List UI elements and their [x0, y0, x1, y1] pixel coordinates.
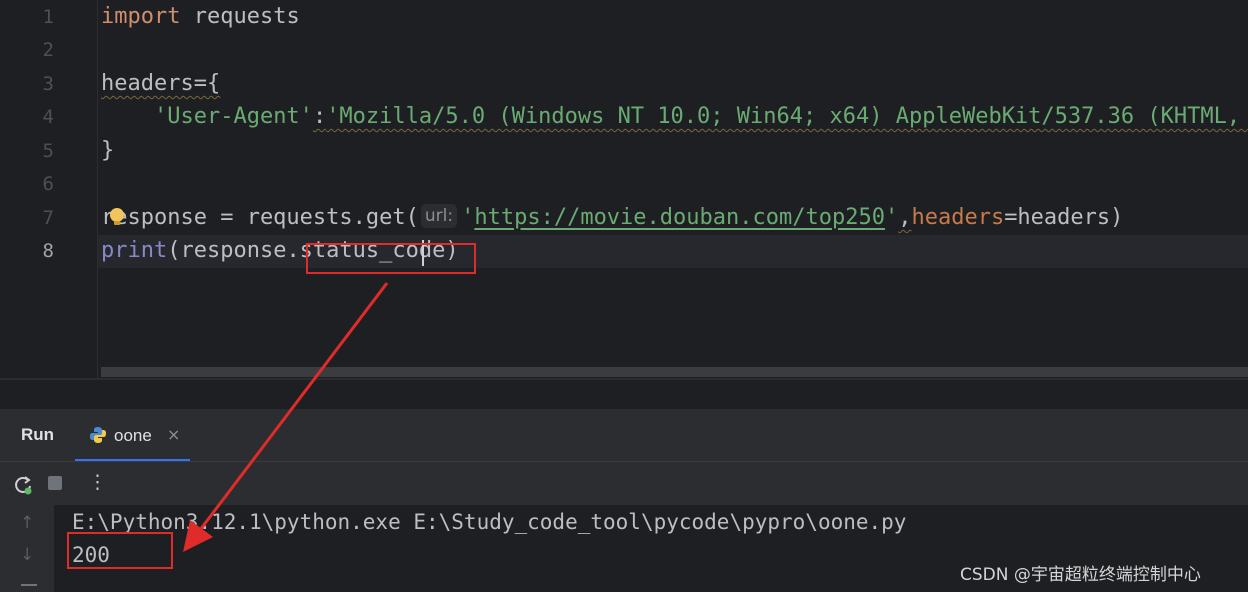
more-options-icon[interactable]: ⋮	[88, 471, 107, 493]
toolbar-divider	[0, 461, 1248, 462]
code-text: response = requests.get(	[101, 205, 419, 230]
stop-icon[interactable]	[48, 476, 62, 490]
url-link[interactable]: https://movie.douban.com/top250	[474, 205, 885, 230]
code-line-1[interactable]: import requests	[101, 0, 300, 34]
code-line-3[interactable]: headers={	[101, 67, 220, 101]
scroll-up-icon[interactable]: ↑	[20, 513, 34, 533]
wrap-icon[interactable]	[21, 584, 37, 586]
run-panel-title: Run	[21, 425, 55, 444]
watermark: CSDN @宇宙超粒终端控制中心	[960, 565, 1201, 585]
code-line-7[interactable]: response = requests.get(url:'https://mov…	[101, 201, 1123, 235]
import-keyword: import	[101, 4, 181, 29]
code-line-5[interactable]: }	[101, 134, 114, 168]
tab-label: oone	[114, 426, 152, 445]
string-quote: '	[461, 205, 475, 230]
tab-oone[interactable]: oone ×	[75, 409, 190, 461]
string-literal: 'User-Agent'	[153, 104, 313, 129]
highlight-status-code	[306, 243, 476, 274]
close-icon[interactable]: ×	[167, 425, 180, 444]
line-number: 3	[42, 73, 54, 95]
code-text: =headers)	[1004, 205, 1124, 230]
keyword-argument: headers	[911, 205, 1005, 230]
string-literal: 'Mozilla/5.0 (Windows NT 10.0; Win64; x6…	[326, 104, 1241, 129]
highlight-output-200	[67, 532, 173, 569]
line-number: 6	[42, 173, 54, 195]
editor-divider	[0, 378, 1248, 380]
horizontal-scrollbar[interactable]	[101, 367, 1248, 377]
rerun-icon[interactable]	[12, 474, 34, 496]
console-side-toolbar: ↑ ↓	[0, 505, 54, 592]
string-quote: '	[884, 205, 899, 230]
scroll-down-icon[interactable]: ↓	[20, 545, 34, 565]
parameter-hint: url:	[420, 204, 458, 228]
code-text: :	[312, 104, 327, 129]
line-number: 5	[42, 140, 54, 162]
code-text: ,	[898, 205, 912, 230]
code-editor[interactable]: 1 2 3 4 5 6 7 8 import requests headers=…	[0, 0, 1248, 378]
lightbulb-icon[interactable]	[110, 208, 124, 225]
line-number: 1	[42, 6, 54, 28]
python-file-icon	[90, 427, 106, 443]
line-number-active: 8	[42, 240, 54, 262]
code-text: requests	[180, 4, 300, 29]
builtin-function: print	[101, 238, 168, 263]
line-number: 7	[42, 207, 54, 229]
console-line: E:\Python3.12.1\python.exe E:\Study_code…	[72, 510, 907, 534]
line-number: 4	[42, 106, 54, 128]
code-text: headers={	[101, 71, 221, 96]
code-line-4[interactable]: 'User-Agent':'Mozilla/5.0 (Windows NT 10…	[101, 100, 1248, 134]
code-text: }	[101, 138, 115, 163]
line-number-gutter[interactable]: 1 2 3 4 5 6 7 8	[0, 0, 98, 378]
line-number: 2	[42, 39, 54, 61]
